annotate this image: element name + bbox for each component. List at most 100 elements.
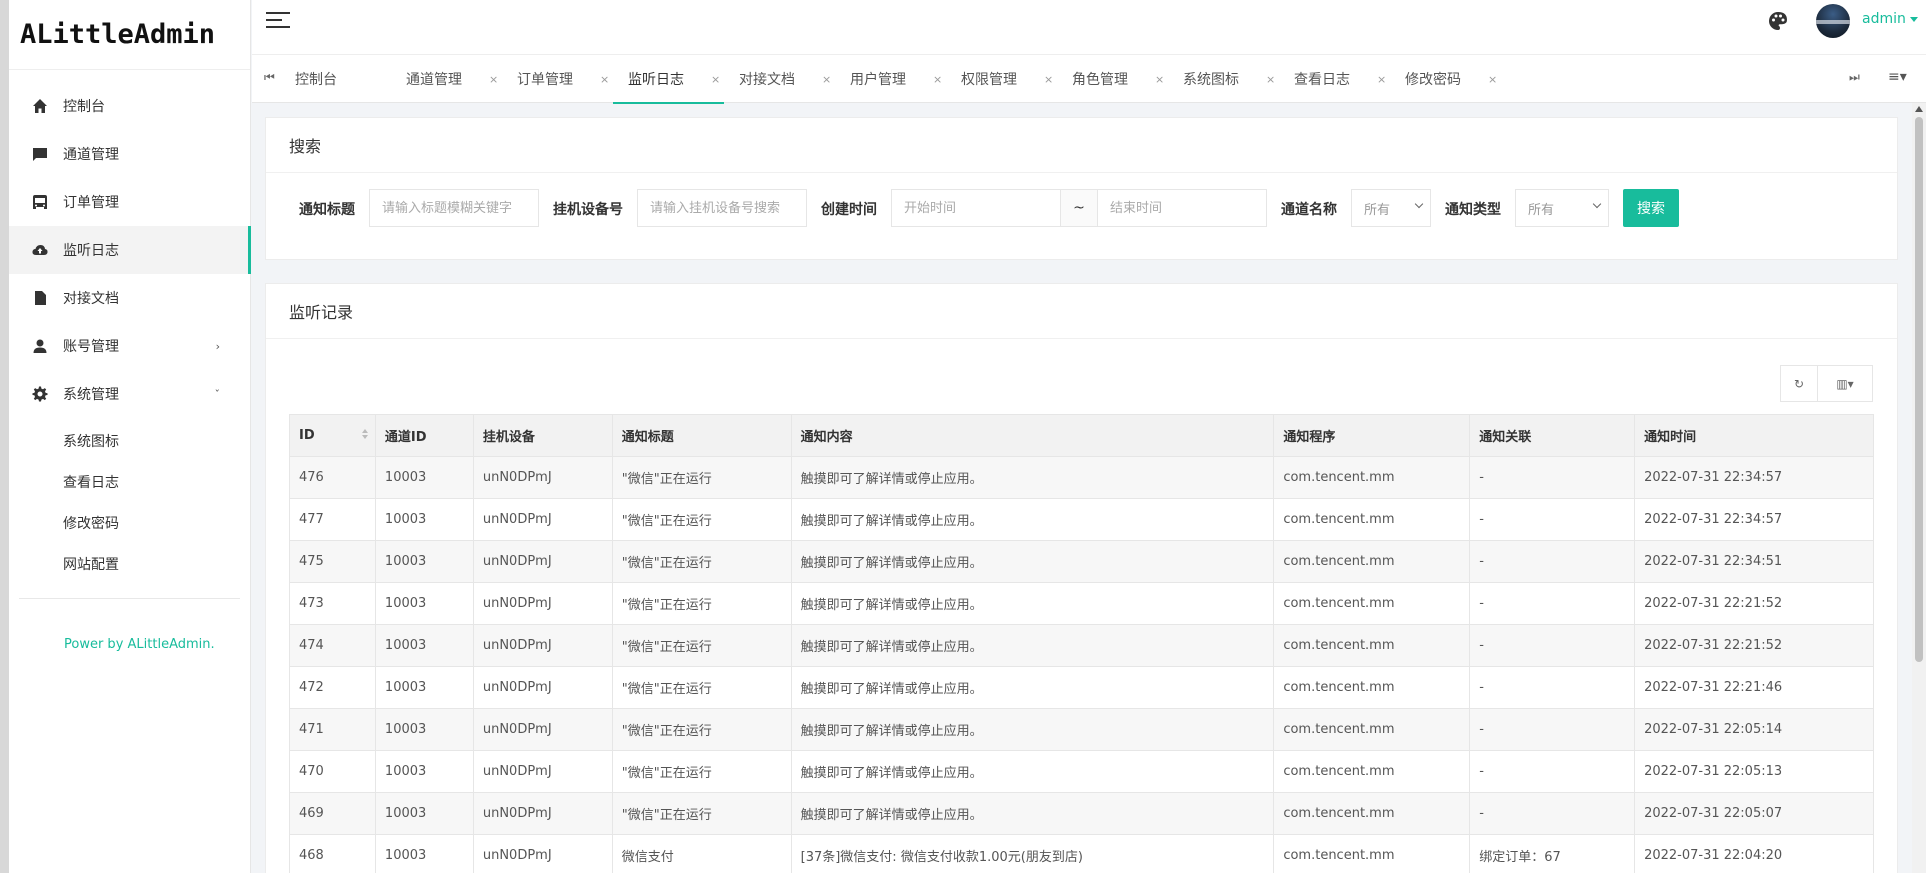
tab-scroll-left-icon[interactable]: ⏮	[264, 70, 275, 85]
sidebar-item-monitor-log[interactable]: 监听日志	[9, 226, 251, 274]
sidebar-item-label: 订单管理	[63, 195, 119, 211]
cell-content: [37条]微信支付: 微信支付收款1.00元(朋友到店)	[790, 834, 1275, 873]
tab-label: 权限管理	[961, 72, 1017, 88]
tab-close-icon[interactable]: ×	[933, 73, 942, 86]
table-row[interactable]: 474 10003 unN0DPmJ "微信"正在运行 触摸即可了解详情或停止应用。 co…	[289, 624, 1874, 667]
submenu-item-system-icons[interactable]: 系统图标	[9, 420, 250, 461]
table-row[interactable]: 469 10003 unN0DPmJ "微信"正在运行 触摸即可了解详情或停止应用。 co…	[289, 792, 1874, 835]
sidebar-item-orders[interactable]: 订单管理	[9, 178, 250, 226]
tab-label: 对接文档	[739, 72, 795, 88]
cell-relation: -	[1469, 666, 1636, 709]
tab-close-icon[interactable]: ×	[822, 73, 831, 86]
cell-channel-id: 10003	[374, 624, 474, 667]
tab-close-icon[interactable]: ×	[1488, 73, 1497, 86]
cell-relation: 绑定订单：67	[1469, 834, 1636, 873]
table-row[interactable]: 476 10003 unN0DPmJ "微信"正在运行 触摸即可了解详情或停止应用。 co…	[289, 456, 1874, 499]
table-row[interactable]: 470 10003 unN0DPmJ "微信"正在运行 触摸即可了解详情或停止应用。 co…	[289, 750, 1874, 793]
cell-program: com.tencent.mm	[1273, 792, 1471, 835]
app-logo[interactable]: ALittleAdmin	[9, 0, 250, 70]
sort-icon[interactable]	[361, 429, 368, 439]
tab-monitor-log[interactable]: 监听日志 ×	[613, 55, 724, 104]
tab-users[interactable]: 用户管理 ×	[835, 55, 946, 103]
tab-orders[interactable]: 订单管理 ×	[502, 55, 613, 103]
cell-content: 触摸即可了解详情或停止应用。	[790, 582, 1275, 625]
cell-program: com.tencent.mm	[1273, 666, 1471, 709]
sidebar-item-docs[interactable]: 对接文档	[9, 274, 250, 322]
cell-content: 触摸即可了解详情或停止应用。	[790, 498, 1275, 541]
table-row[interactable]: 472 10003 unN0DPmJ "微信"正在运行 触摸即可了解详情或停止应用。 co…	[289, 666, 1874, 709]
vertical-scrollbar[interactable]	[1912, 103, 1926, 873]
cell-relation: -	[1469, 708, 1636, 751]
cell-title: "微信"正在运行	[611, 666, 792, 709]
tab-view-logs[interactable]: 查看日志 ×	[1279, 55, 1390, 103]
tab-label: 查看日志	[1294, 72, 1350, 88]
cell-title: "微信"正在运行	[611, 540, 792, 583]
tab-close-icon[interactable]: ×	[600, 73, 609, 86]
channel-select[interactable]: 所有	[1351, 189, 1431, 227]
tab-close-icon[interactable]: ×	[1044, 73, 1053, 86]
tab-close-icon[interactable]: ×	[711, 73, 720, 86]
cell-time: 2022-07-31 22:05:14	[1634, 708, 1874, 751]
device-search-input[interactable]	[637, 189, 807, 227]
table-row[interactable]: 471 10003 unN0DPmJ "微信"正在运行 触摸即可了解详情或停止应用。 co…	[289, 708, 1874, 751]
tab-close-icon[interactable]: ×	[1377, 73, 1386, 86]
submenu-item-site-config[interactable]: 网站配置	[9, 543, 250, 584]
tab-scroll-right-icon[interactable]: ⏭	[1849, 70, 1860, 85]
avatar[interactable]	[1816, 4, 1850, 38]
palette-icon[interactable]	[1768, 11, 1788, 31]
tab-close-icon[interactable]: ×	[1155, 73, 1164, 86]
sidebar-item-system[interactable]: 系统管理 ˇ	[9, 370, 250, 418]
tab-channels[interactable]: 通道管理 ×	[391, 55, 502, 103]
channel-select-value: 所有	[1364, 202, 1391, 218]
cell-id: 472	[289, 666, 376, 709]
cell-title: "微信"正在运行	[611, 792, 792, 835]
tab-options-icon[interactable]: ≡▾	[1888, 69, 1907, 85]
tab-close-icon[interactable]: ×	[1266, 73, 1275, 86]
tab-close-icon[interactable]: ×	[489, 73, 498, 86]
end-time-input[interactable]	[1097, 189, 1267, 227]
tab-permissions[interactable]: 权限管理 ×	[946, 55, 1057, 103]
sidebar-item-console[interactable]: 控制台	[9, 82, 250, 130]
table-row[interactable]: 475 10003 unN0DPmJ "微信"正在运行 触摸即可了解详情或停止应用。 co…	[289, 540, 1874, 583]
sidebar-item-label: 监听日志	[63, 243, 119, 259]
refresh-button[interactable]: ↻	[1780, 365, 1818, 402]
cell-content: 触摸即可了解详情或停止应用。	[790, 666, 1275, 709]
tab-change-password[interactable]: 修改密码 ×	[1390, 55, 1501, 103]
tab-docs[interactable]: 对接文档 ×	[724, 55, 835, 103]
columns-toggle-button[interactable]: ▥▾	[1817, 365, 1873, 402]
cell-channel-id: 10003	[374, 834, 474, 873]
submenu-item-change-password[interactable]: 修改密码	[9, 502, 250, 543]
notify-type-select[interactable]: 所有	[1515, 189, 1609, 227]
menu-toggle-icon[interactable]	[266, 12, 290, 30]
table-row[interactable]: 473 10003 unN0DPmJ "微信"正在运行 触摸即可了解详情或停止应用。 co…	[289, 582, 1874, 625]
search-button[interactable]: 搜索	[1623, 189, 1679, 227]
records-table: ID 通道ID 挂机设备 通知标题 通知内容 通知程序 通知关联 通知时间 47…	[289, 414, 1874, 873]
submenu-item-view-logs[interactable]: 查看日志	[9, 461, 250, 502]
power-by-text[interactable]: Power by ALittleAdmin.	[9, 599, 250, 652]
tab-system-icons[interactable]: 系统图标 ×	[1168, 55, 1279, 103]
tab-list: 控制台 通道管理 × 订单管理 × 监听日志 × 对接文档 × 用户管理 × 权限管理 × …	[280, 55, 1501, 104]
user-menu[interactable]: admin	[1862, 11, 1918, 27]
sidebar-item-channels[interactable]: 通道管理	[9, 130, 250, 178]
sidebar: ALittleAdmin 控制台 通道管理 订单管理 监听日志 对接文档 账号管…	[9, 0, 251, 873]
home-icon	[31, 97, 49, 115]
column-header[interactable]: ID	[289, 414, 376, 457]
search-panel: 搜索 通知标题 挂机设备号 创建时间 ~ 通道名称 所有 通知类型 所有 搜索	[265, 117, 1898, 260]
tab-label: 角色管理	[1072, 72, 1128, 88]
cell-channel-id: 10003	[374, 540, 474, 583]
table-row[interactable]: 468 10003 unN0DPmJ 微信支付 [37条]微信支付: 微信支付收款1.0…	[289, 834, 1874, 873]
column-header: 通知内容	[790, 414, 1275, 457]
start-time-input[interactable]	[891, 189, 1061, 227]
refresh-icon: ↻	[1793, 376, 1805, 391]
title-search-input[interactable]	[369, 189, 539, 227]
table-row[interactable]: 477 10003 unN0DPmJ "微信"正在运行 触摸即可了解详情或停止应用。 co…	[289, 498, 1874, 541]
chevron-down-icon	[1414, 199, 1424, 209]
cell-id: 476	[289, 456, 376, 499]
sidebar-item-accounts[interactable]: 账号管理 ›	[9, 322, 250, 370]
table-header-row: ID 通道ID 挂机设备 通知标题 通知内容 通知程序 通知关联 通知时间	[289, 414, 1874, 457]
scroll-up-arrow-icon[interactable]	[1915, 106, 1923, 112]
records-panel-title: 监听记录	[266, 284, 1897, 339]
tab-console[interactable]: 控制台	[280, 55, 391, 103]
scrollbar-thumb[interactable]	[1915, 117, 1923, 662]
tab-roles[interactable]: 角色管理 ×	[1057, 55, 1168, 103]
